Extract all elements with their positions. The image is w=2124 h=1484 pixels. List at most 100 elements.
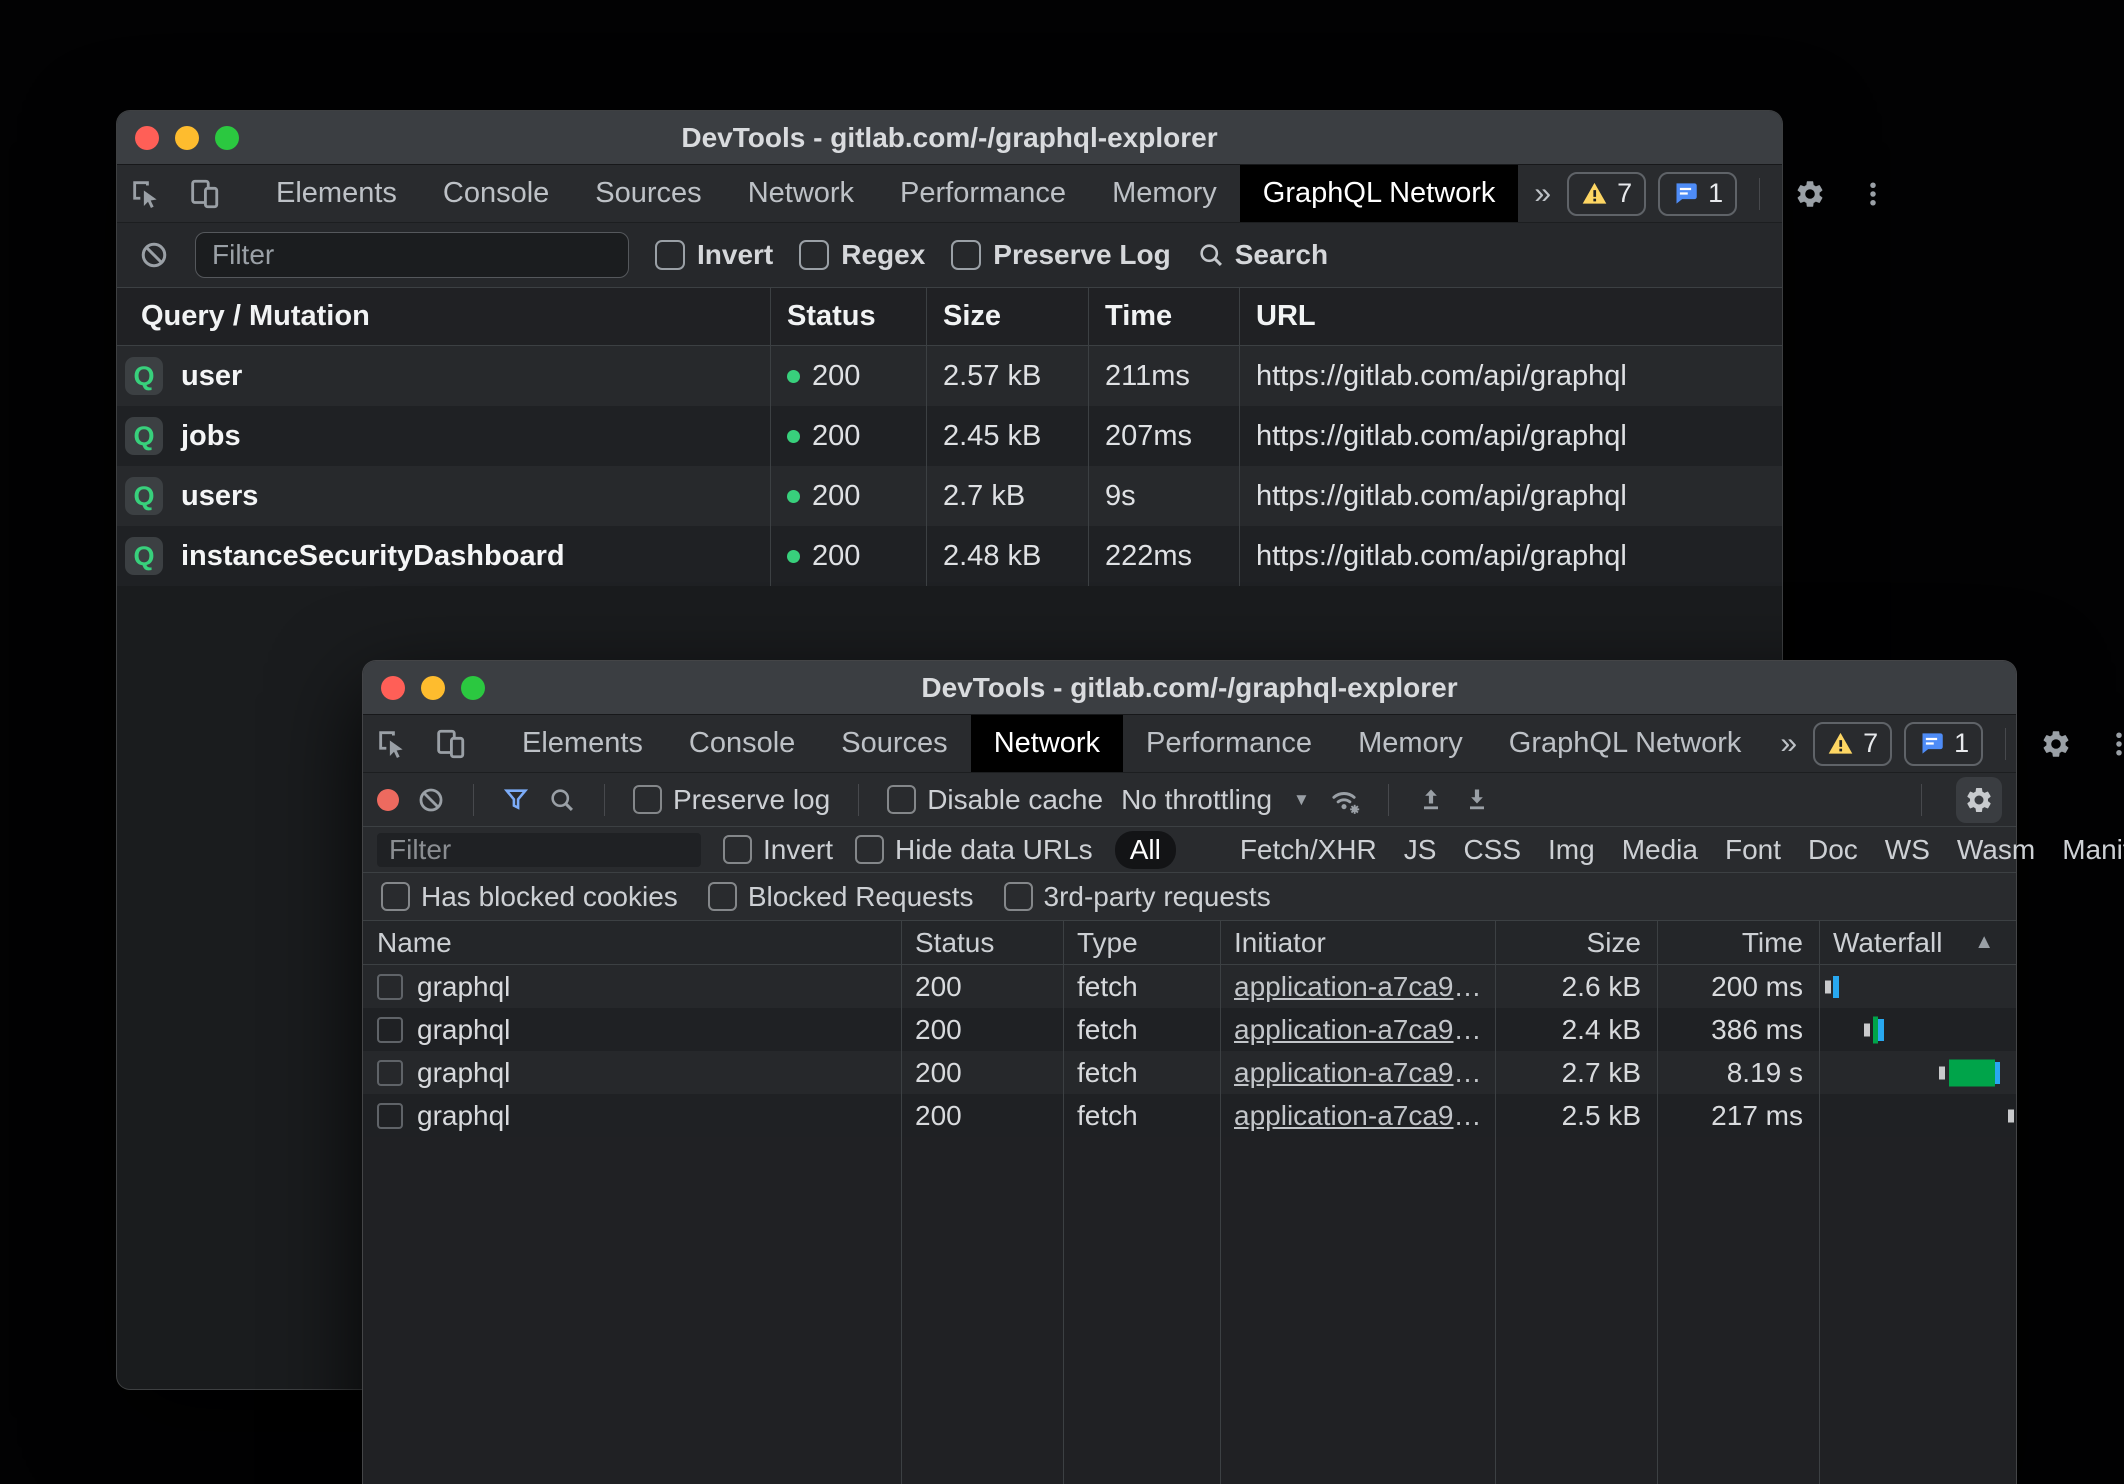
type-filter-img[interactable]: Img	[1548, 834, 1595, 866]
graphql-row[interactable]: Qusers 200 2.7 kB 9s https://gitlab.com/…	[117, 466, 1782, 526]
clear-icon[interactable]	[139, 240, 169, 270]
request-checkbox[interactable]	[377, 974, 403, 1000]
third-party-requests-checkbox[interactable]: 3rd-party requests	[1004, 881, 1271, 913]
column-divider[interactable]	[1657, 921, 1658, 1484]
type-filter-ws[interactable]: WS	[1885, 834, 1930, 866]
checkbox[interactable]	[951, 240, 981, 270]
checkbox[interactable]	[633, 785, 662, 814]
checkbox[interactable]	[381, 882, 410, 911]
network-request-row[interactable]: graphql 200 fetch application-a7ca9d0… 2…	[363, 1008, 2016, 1051]
column-header-initiator[interactable]: Initiator	[1220, 921, 1495, 964]
request-checkbox[interactable]	[377, 1017, 403, 1043]
close-button[interactable]	[381, 676, 405, 700]
device-toolbar-icon[interactable]	[175, 165, 233, 222]
type-filter-css[interactable]: CSS	[1463, 834, 1521, 866]
column-header-status[interactable]: Status	[901, 921, 1063, 964]
regex-checkbox[interactable]: Regex	[799, 239, 925, 271]
blocked-requests-checkbox[interactable]: Blocked Requests	[708, 881, 974, 913]
warnings-badge[interactable]: 7	[1567, 172, 1646, 216]
graphql-row[interactable]: Qjobs 200 2.45 kB 207ms https://gitlab.c…	[117, 406, 1782, 466]
tab-network[interactable]: Network	[725, 165, 877, 222]
export-har-icon[interactable]	[1463, 786, 1491, 814]
column-divider[interactable]	[901, 921, 902, 1484]
hide-data-urls-checkbox[interactable]: Hide data URLs	[855, 834, 1093, 866]
has-blocked-cookies-checkbox[interactable]: Has blocked cookies	[381, 881, 678, 913]
column-header-time[interactable]: Time	[1088, 288, 1239, 345]
network-request-row[interactable]: graphql 200 fetch application-a7ca9d0… 2…	[363, 965, 2016, 1008]
column-header-time[interactable]: Time	[1657, 921, 1819, 964]
more-options-icon[interactable]	[2096, 729, 2124, 759]
checkbox[interactable]	[887, 785, 916, 814]
minimize-button[interactable]	[421, 676, 445, 700]
inspect-element-icon[interactable]	[363, 715, 421, 772]
tab-performance[interactable]: Performance	[877, 165, 1089, 222]
column-header-waterfall[interactable]: Waterfall ▲	[1819, 921, 2016, 964]
initiator-link[interactable]: application-a7ca9d0…	[1234, 971, 1495, 1003]
search-icon[interactable]	[548, 786, 576, 814]
tab-graphql-network[interactable]: GraphQL Network	[1486, 715, 1765, 772]
request-checkbox[interactable]	[377, 1060, 403, 1086]
more-options-icon[interactable]	[1850, 179, 1896, 209]
inspect-element-icon[interactable]	[117, 165, 175, 222]
more-tabs-button[interactable]: »	[1518, 165, 1567, 222]
invert-checkbox[interactable]: Invert	[655, 239, 773, 271]
tab-graphql-network[interactable]: GraphQL Network	[1240, 165, 1519, 222]
tab-sources[interactable]: Sources	[572, 165, 724, 222]
column-header-url[interactable]: URL	[1239, 288, 1782, 345]
type-filter-js[interactable]: JS	[1404, 834, 1437, 866]
type-filter-doc[interactable]: Doc	[1808, 834, 1858, 866]
issues-badge[interactable]: 1	[1904, 722, 1983, 766]
device-toolbar-icon[interactable]	[421, 715, 479, 772]
checkbox[interactable]	[655, 240, 685, 270]
initiator-link[interactable]: application-a7ca9d0…	[1234, 1100, 1495, 1132]
checkbox[interactable]	[1004, 882, 1033, 911]
checkbox[interactable]	[708, 882, 737, 911]
warnings-badge[interactable]: 7	[1813, 722, 1892, 766]
settings-gear-icon[interactable]	[1782, 178, 1838, 210]
checkbox[interactable]	[855, 835, 884, 864]
column-divider[interactable]	[1495, 921, 1496, 1484]
settings-gear-icon[interactable]	[2028, 728, 2084, 760]
network-request-row[interactable]: graphql 200 fetch application-a7ca9d0… 2…	[363, 1051, 2016, 1094]
column-header-type[interactable]: Type	[1063, 921, 1220, 964]
search-button[interactable]: Search	[1197, 239, 1328, 271]
graphql-row[interactable]: Quser 200 2.57 kB 211ms https://gitlab.c…	[117, 346, 1782, 406]
tab-elements[interactable]: Elements	[253, 165, 420, 222]
network-settings-button[interactable]	[1956, 777, 2002, 823]
column-divider[interactable]	[1220, 921, 1221, 1484]
column-divider[interactable]	[1819, 921, 1820, 1484]
tab-elements[interactable]: Elements	[499, 715, 666, 772]
tab-console[interactable]: Console	[666, 715, 818, 772]
column-header-name[interactable]: Name	[363, 921, 901, 964]
type-filter-media[interactable]: Media	[1622, 834, 1698, 866]
column-header-query-mutation[interactable]: Query / Mutation	[117, 288, 770, 345]
checkbox[interactable]	[799, 240, 829, 270]
zoom-button[interactable]	[461, 676, 485, 700]
issues-badge[interactable]: 1	[1658, 172, 1737, 216]
preserve-log-checkbox[interactable]: Preserve Log	[951, 239, 1170, 271]
disable-cache-checkbox[interactable]: Disable cache	[887, 784, 1103, 816]
clear-icon[interactable]	[417, 786, 445, 814]
type-filter-font[interactable]: Font	[1725, 834, 1781, 866]
request-checkbox[interactable]	[377, 1103, 403, 1129]
tab-memory[interactable]: Memory	[1335, 715, 1486, 772]
column-header-size[interactable]: Size	[926, 288, 1088, 345]
filter-input[interactable]	[195, 232, 629, 278]
column-header-size[interactable]: Size	[1495, 921, 1657, 964]
invert-checkbox[interactable]: Invert	[723, 834, 833, 866]
checkbox[interactable]	[723, 835, 752, 864]
network-conditions-icon[interactable]	[1328, 784, 1360, 816]
filter-funnel-icon[interactable]	[502, 786, 530, 814]
type-filter-manifest[interactable]: Manifest	[2062, 834, 2124, 866]
type-filter-all[interactable]: All	[1115, 831, 1176, 869]
throttling-select[interactable]: No throttling ▼	[1121, 784, 1310, 816]
import-har-icon[interactable]	[1417, 786, 1445, 814]
initiator-link[interactable]: application-a7ca9d0…	[1234, 1057, 1495, 1089]
type-filter-fetch-xhr[interactable]: Fetch/XHR	[1240, 834, 1377, 866]
tab-network[interactable]: Network	[971, 715, 1123, 772]
graphql-row[interactable]: QinstanceSecurityDashboard 200 2.48 kB 2…	[117, 526, 1782, 586]
tab-console[interactable]: Console	[420, 165, 572, 222]
preserve-log-checkbox[interactable]: Preserve log	[633, 784, 830, 816]
tab-memory[interactable]: Memory	[1089, 165, 1240, 222]
network-filter-input[interactable]	[377, 833, 701, 867]
